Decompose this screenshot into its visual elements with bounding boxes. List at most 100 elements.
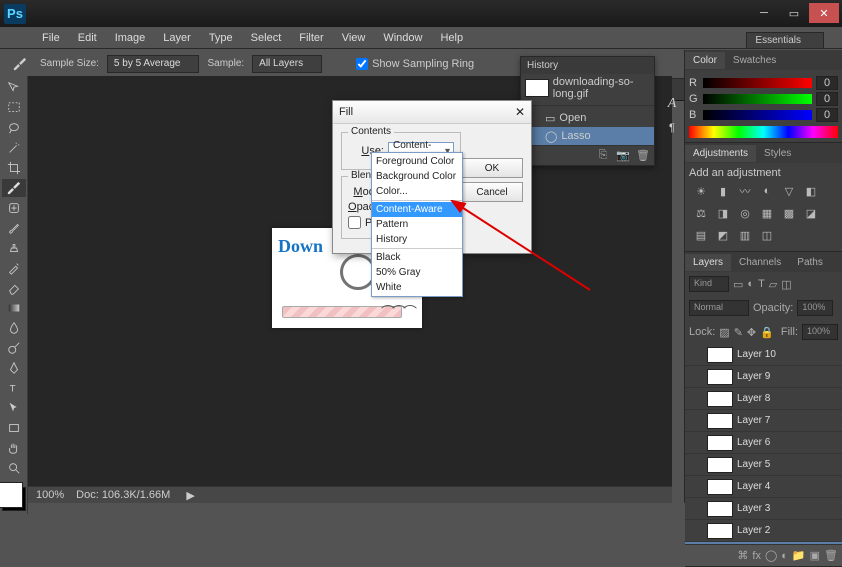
opacity-value[interactable]: 100% [797, 300, 833, 316]
b-slider[interactable] [703, 110, 812, 120]
visibility-icon[interactable] [689, 414, 703, 428]
r-slider[interactable] [703, 78, 812, 88]
visibility-icon[interactable] [689, 480, 703, 494]
cancel-button[interactable]: Cancel [461, 182, 523, 202]
color-tab[interactable]: Color [685, 52, 725, 69]
visibility-icon[interactable] [689, 436, 703, 450]
visibility-icon[interactable] [689, 458, 703, 472]
menu-filter[interactable]: Filter [291, 29, 331, 47]
visibility-icon[interactable] [689, 392, 703, 406]
paragraph-panel-icon[interactable]: ¶ [669, 122, 675, 134]
visibility-icon[interactable] [689, 348, 703, 362]
adj-balance-icon[interactable]: ⚖ [693, 205, 709, 221]
adj-gradient-icon[interactable]: ▥ [737, 227, 753, 243]
show-sampling-ring-checkbox[interactable]: Show Sampling Ring [356, 58, 474, 70]
option-history[interactable]: History [372, 232, 462, 247]
adj-photo-filter-icon[interactable]: ◎ [737, 205, 753, 221]
layer-row[interactable]: Layer 7 [685, 410, 842, 432]
adj-lookup-icon[interactable]: ▩ [781, 205, 797, 221]
layer-row[interactable]: Layer 4 [685, 476, 842, 498]
gradient-tool[interactable] [2, 299, 26, 317]
menu-select[interactable]: Select [243, 29, 290, 47]
option-white[interactable]: White [372, 280, 462, 295]
menu-file[interactable]: File [34, 29, 68, 47]
pen-tool[interactable] [2, 359, 26, 377]
window-minimize-button[interactable]: ─ [749, 3, 779, 23]
zoom-tool[interactable] [2, 459, 26, 477]
mask-icon[interactable]: ◯ [765, 549, 777, 562]
option-black[interactable]: Black [372, 250, 462, 265]
window-maximize-button[interactable]: ▭ [779, 3, 809, 23]
new-layer-icon[interactable]: ▣ [810, 549, 820, 562]
fx-icon[interactable]: fx [752, 550, 761, 562]
filter-type-icon[interactable]: T [758, 278, 765, 290]
adjustments-tab[interactable]: Adjustments [685, 145, 756, 162]
sample-select[interactable]: All Layers [252, 55, 322, 73]
eyedropper-tool[interactable] [2, 179, 26, 197]
adj-mixer-icon[interactable]: ▦ [759, 205, 775, 221]
rectangle-tool[interactable] [2, 419, 26, 437]
option-background-color[interactable]: Background Color [372, 169, 462, 184]
option-color[interactable]: Color... [372, 184, 462, 199]
menu-type[interactable]: Type [201, 29, 241, 47]
history-new-doc-icon[interactable]: ⎘ [596, 149, 610, 162]
adj-selective-icon[interactable]: ◫ [759, 227, 775, 243]
history-brush-tool[interactable] [2, 259, 26, 277]
history-step-lasso[interactable]: ◯Lasso [521, 127, 654, 145]
clone-stamp-tool[interactable] [2, 239, 26, 257]
menu-view[interactable]: View [334, 29, 374, 47]
blur-tool[interactable] [2, 319, 26, 337]
styles-tab[interactable]: Styles [756, 145, 799, 162]
layer-row[interactable]: Layer 3 [685, 498, 842, 520]
adj-brightness-icon[interactable]: ☀ [693, 183, 709, 199]
adj-levels-icon[interactable]: ▮ [715, 183, 731, 199]
lock-paint-icon[interactable]: ✎ [734, 326, 743, 339]
crop-tool[interactable] [2, 159, 26, 177]
lock-trans-icon[interactable]: ▨ [719, 326, 729, 339]
window-close-button[interactable]: ✕ [809, 3, 839, 23]
eraser-tool[interactable] [2, 279, 26, 297]
adj-vibrance-icon[interactable]: ▽ [781, 183, 797, 199]
move-tool[interactable] [2, 79, 26, 97]
color-swatches[interactable] [2, 485, 26, 513]
layer-row[interactable]: Layer 5 [685, 454, 842, 476]
adj-exposure-icon[interactable]: ◐ [759, 183, 775, 199]
adj-threshold-icon[interactable]: ◩ [715, 227, 731, 243]
filter-adjust-icon[interactable]: ◐ [747, 278, 754, 290]
menu-image[interactable]: Image [107, 29, 154, 47]
r-value[interactable]: 0 [816, 76, 838, 90]
magic-wand-tool[interactable] [2, 139, 26, 157]
adj-invert-icon[interactable]: ◪ [803, 205, 819, 221]
filter-smart-icon[interactable]: ◫ [781, 278, 791, 291]
menu-edit[interactable]: Edit [70, 29, 105, 47]
type-tool[interactable]: T [2, 379, 26, 397]
path-selection-tool[interactable] [2, 399, 26, 417]
history-delete-icon[interactable]: 🗑 [636, 149, 650, 162]
option-50-gray[interactable]: 50% Gray [372, 265, 462, 280]
filter-shape-icon[interactable]: ▱ [769, 278, 777, 291]
color-ramp[interactable] [689, 126, 838, 138]
paths-tab[interactable]: Paths [789, 254, 831, 271]
layer-row[interactable]: Layer 2 [685, 520, 842, 542]
delete-layer-icon[interactable]: 🗑 [824, 549, 838, 562]
lock-pos-icon[interactable]: ✥ [747, 326, 756, 339]
layer-row[interactable]: Layer 6 [685, 432, 842, 454]
adj-hue-icon[interactable]: ◧ [803, 183, 819, 199]
b-value[interactable]: 0 [816, 108, 838, 122]
g-value[interactable]: 0 [816, 92, 838, 106]
history-new-snapshot-icon[interactable]: 📷 [616, 149, 630, 162]
swatches-tab[interactable]: Swatches [725, 52, 784, 69]
adj-posterize-icon[interactable]: ▤ [693, 227, 709, 243]
ok-button[interactable]: OK [461, 158, 523, 178]
healing-brush-tool[interactable] [2, 199, 26, 217]
blend-mode-select[interactable]: Normal [689, 300, 749, 316]
adj-curves-icon[interactable]: 〰 [737, 183, 753, 199]
workspace-selector[interactable]: Essentials [746, 32, 824, 49]
fill-value[interactable]: 100% [802, 324, 838, 340]
doc-size[interactable]: Doc: 106.3K/1.66M [76, 489, 170, 501]
group-icon[interactable]: 📁 [792, 549, 806, 562]
history-step-open[interactable]: ▭Open [521, 109, 654, 127]
link-layers-icon[interactable]: ⌘ [737, 549, 748, 562]
visibility-icon[interactable] [689, 370, 703, 384]
filter-pixel-icon[interactable]: ▭ [733, 278, 743, 291]
